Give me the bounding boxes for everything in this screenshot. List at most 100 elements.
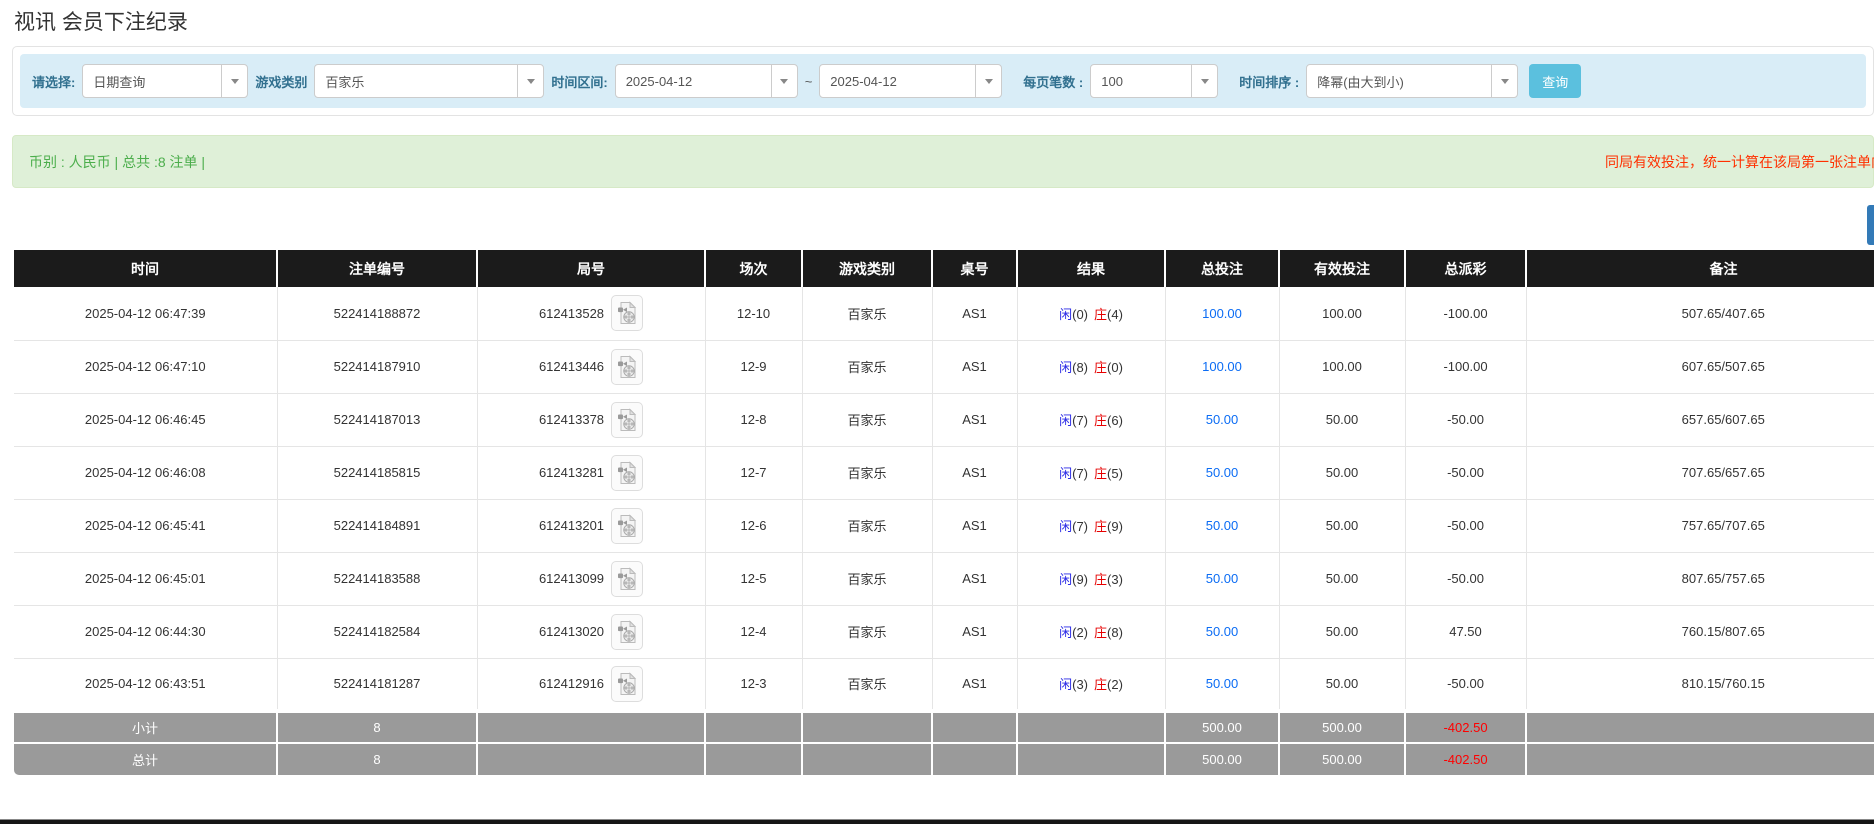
chevron-down-icon[interactable] [1491,65,1517,97]
summary-empty-cell [802,743,932,775]
total-bet-link[interactable]: 50.00 [1206,465,1239,480]
page-size-select[interactable]: 100 [1090,64,1218,98]
video-replay-icon [617,355,637,379]
total-bet-link[interactable]: 50.00 [1206,624,1239,639]
result-player-label: 闲 [1059,307,1072,322]
table-row: 2025-04-12 06:47:10522414187910612413446… [14,340,1874,393]
total-bet-link[interactable]: 50.00 [1206,518,1239,533]
round-video-button[interactable] [611,402,643,438]
column-header: 总派彩 [1405,250,1526,287]
cell-total-bet: 100.00 [1165,287,1279,340]
cell-round: 612413201 [477,499,705,552]
chevron-down-icon[interactable] [1191,65,1217,97]
cell-round: 612413281 [477,446,705,499]
game-type-select[interactable]: 百家乐 [314,64,544,98]
round-video-button[interactable] [611,614,643,650]
summary-count: 8 [277,743,477,775]
collapsed-side-button[interactable] [1867,205,1874,245]
cell-remark: 607.65/507.65 [1526,340,1874,393]
cell-total-bet: 100.00 [1165,340,1279,393]
result-player-score: (7) [1072,466,1088,481]
date-to-input[interactable]: 2025-04-12 [819,64,1002,98]
cell-payout: -50.00 [1405,658,1526,711]
summary-empty-cell [1526,711,1874,743]
cell-payout: -50.00 [1405,393,1526,446]
cell-total-bet: 50.00 [1165,658,1279,711]
cell-bet-id: 522414181287 [277,658,477,711]
round-video-button[interactable] [611,349,643,385]
result-player-score: (0) [1072,307,1088,322]
table-row: 2025-04-12 06:43:51522414181287612412916… [14,658,1874,711]
chevron-down-icon[interactable] [975,65,1001,97]
result-banker-score: (6) [1107,413,1123,428]
round-video-button[interactable] [611,455,643,491]
summary-empty-cell [802,711,932,743]
search-button[interactable]: 查询 [1529,64,1581,98]
cell-session: 12-9 [705,340,802,393]
date-from-input[interactable]: 2025-04-12 [615,64,798,98]
cell-remark: 807.65/757.65 [1526,552,1874,605]
cell-result: 闲(9)庄(3) [1017,552,1165,605]
video-replay-icon [617,567,637,591]
round-video-button[interactable] [611,508,643,544]
cell-payout: -100.00 [1405,287,1526,340]
chevron-down-icon[interactable] [771,65,797,97]
total-bet-link[interactable]: 100.00 [1202,306,1242,321]
total-bet-link[interactable]: 50.00 [1206,676,1239,691]
cell-valid-bet: 100.00 [1279,340,1405,393]
cell-remark: 810.15/760.15 [1526,658,1874,711]
query-type-select[interactable]: 日期查询 [82,64,248,98]
total-row: 总计8500.00500.00-402.50 [14,743,1874,775]
cell-session: 12-5 [705,552,802,605]
total-bet-link[interactable]: 100.00 [1202,359,1242,374]
summary-empty-cell [932,711,1017,743]
cell-time: 2025-04-12 06:45:01 [14,552,277,605]
round-video-button[interactable] [611,561,643,597]
round-wrap: 612413378 [478,402,705,438]
cell-table-no: AS1 [932,658,1017,711]
same-round-notice: 同局有效投注，统一计算在该局第一张注单内 [1605,136,1874,187]
cell-round: 612412916 [477,658,705,711]
column-header: 时间 [14,250,277,287]
table-row: 2025-04-12 06:45:01522414183588612413099… [14,552,1874,605]
chevron-down-icon[interactable] [517,65,543,97]
time-sort-select[interactable]: 降幂(由大到小) [1306,64,1518,98]
result-banker-score: (2) [1107,677,1123,692]
cell-total-bet: 50.00 [1165,605,1279,658]
cell-payout: -50.00 [1405,446,1526,499]
time-sort-label: 时间排序 : [1239,72,1299,91]
cell-time: 2025-04-12 06:45:41 [14,499,277,552]
summary-empty-cell [932,743,1017,775]
summary-label: 小计 [14,711,277,743]
result-player-label: 闲 [1059,677,1072,692]
cell-remark: 507.65/407.65 [1526,287,1874,340]
cell-bet-id: 522414187910 [277,340,477,393]
table-row: 2025-04-12 06:46:08522414185815612413281… [14,446,1874,499]
total-bet-link[interactable]: 50.00 [1206,412,1239,427]
cell-session: 12-4 [705,605,802,658]
game-type-value: 百家乐 [315,72,517,91]
summary-total-bet: 500.00 [1165,743,1279,775]
column-header: 备注 [1526,250,1874,287]
round-id: 612413281 [539,465,604,480]
round-wrap: 612413020 [478,614,705,650]
cell-round: 612413528 [477,287,705,340]
summary-empty-cell [1017,743,1165,775]
round-id: 612413446 [539,359,604,374]
result-banker-label: 庄 [1094,677,1107,692]
round-video-button[interactable] [611,666,643,702]
cell-game-type: 百家乐 [802,605,932,658]
total-bet-link[interactable]: 50.00 [1206,571,1239,586]
cell-game-type: 百家乐 [802,499,932,552]
chevron-down-icon[interactable] [221,65,247,97]
bet-records-table-wrap: 时间注单编号局号场次游戏类别桌号结果总投注有效投注总派彩备注 2025-04-1… [14,250,1874,775]
cell-remark: 657.65/607.65 [1526,393,1874,446]
result-player-label: 闲 [1059,466,1072,481]
column-header: 桌号 [932,250,1017,287]
column-header: 注单编号 [277,250,477,287]
round-video-button[interactable] [611,295,643,331]
result-banker-label: 庄 [1094,466,1107,481]
summary-empty-cell [1017,711,1165,743]
result-player-label: 闲 [1059,360,1072,375]
summary-label: 总计 [14,743,277,775]
